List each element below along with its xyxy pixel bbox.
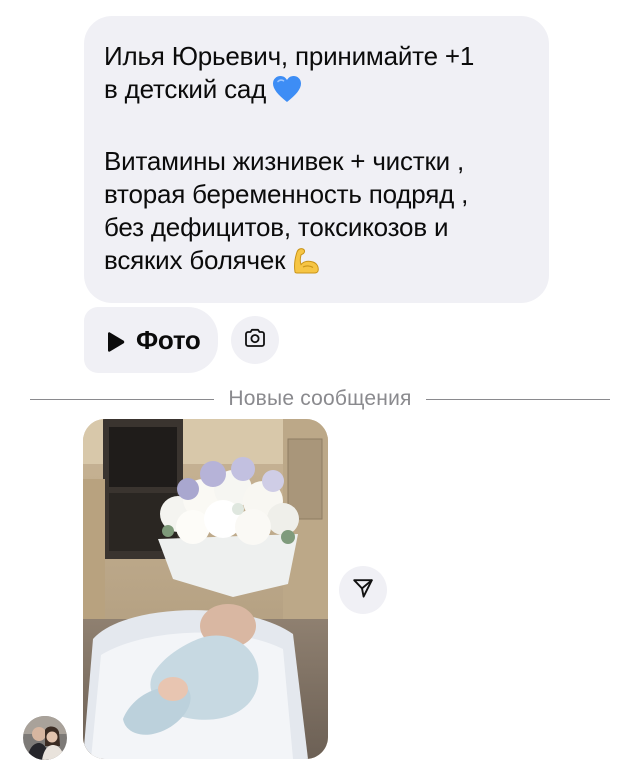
avatar[interactable] — [23, 716, 67, 760]
share-button[interactable] — [339, 566, 387, 614]
divider-line-left — [30, 398, 215, 400]
message-text-2: Витамины жизнивек + чистки , вторая бере… — [104, 146, 469, 275]
message-paragraph-1: Илья Юрьевич, принимайте +1 в детский са… — [104, 40, 529, 111]
photo-illustration — [83, 419, 328, 759]
divider-label: Новые сообщения — [228, 387, 412, 410]
photo-attachment[interactable] — [83, 419, 328, 759]
send-icon — [351, 576, 375, 605]
camera-icon — [243, 326, 267, 355]
photo-button-label: Фото — [136, 324, 201, 355]
blue-heart-icon — [272, 75, 302, 111]
chat-view: Илья Юрьевич, принимайте +1 в детский са… — [0, 0, 640, 768]
flexed-biceps-icon — [291, 246, 321, 282]
play-icon — [104, 329, 126, 352]
new-messages-divider: Новые сообщения — [30, 385, 610, 413]
photo-button[interactable]: Фото — [84, 307, 218, 373]
camera-button[interactable] — [231, 316, 279, 364]
message-bubble[interactable]: Илья Юрьевич, принимайте +1 в детский са… — [84, 16, 549, 303]
divider-line-right — [425, 398, 610, 400]
message-paragraph-2: Витамины жизнивек + чистки , вторая бере… — [104, 145, 529, 282]
